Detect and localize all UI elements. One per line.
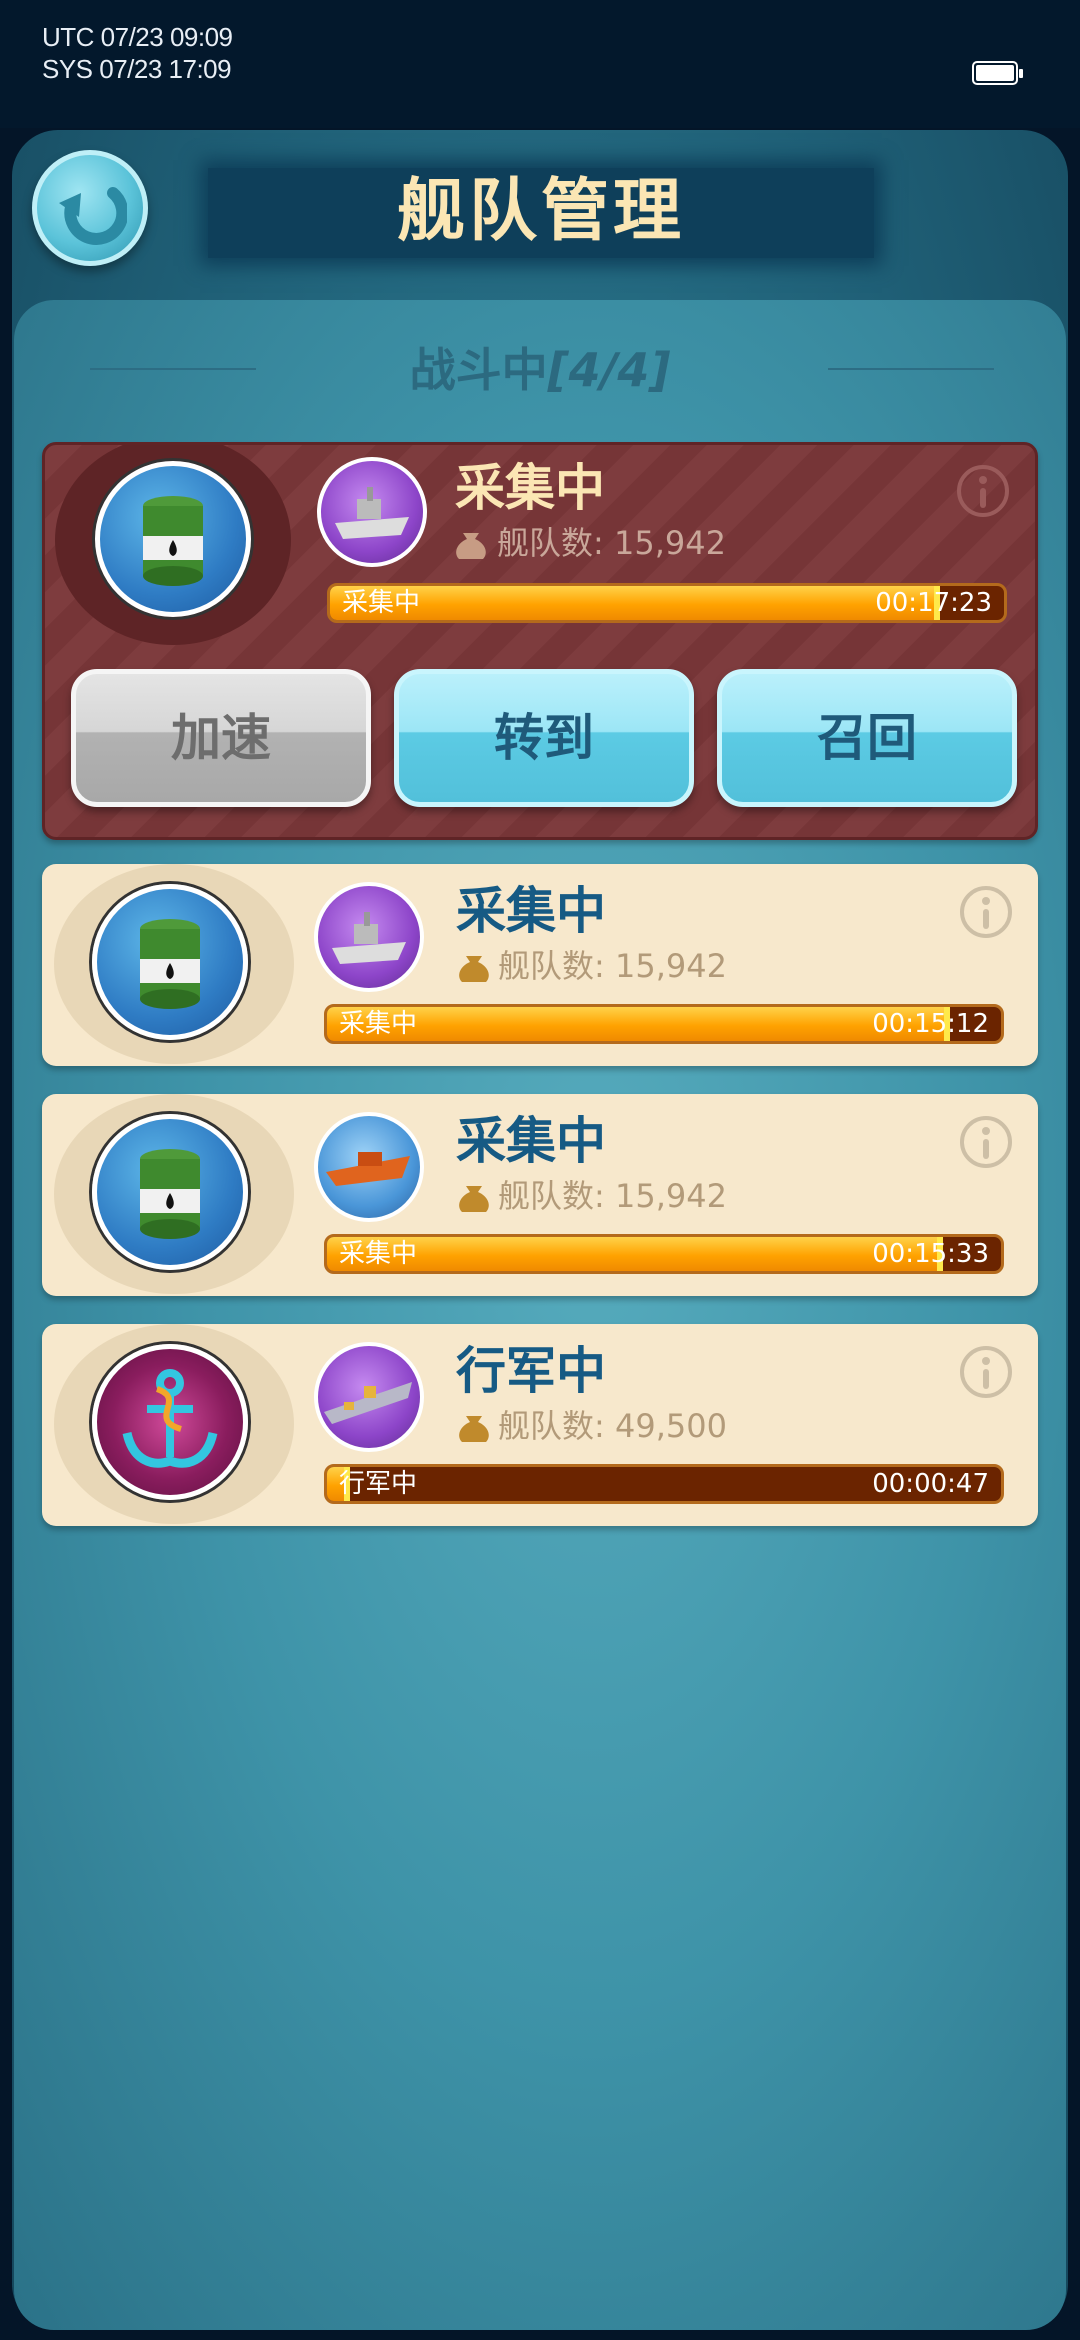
fleet-state: 行军中 [456,1342,606,1400]
oil-barrel-graphic [140,919,200,1009]
fleet-count: 舰队数: 15,942 [498,946,727,986]
fleet-card-selected[interactable]: 采集中 舰队数: 15,942 采集中 00:17:23 加速 转到 召回 [42,442,1038,840]
anchor-graphic [122,1369,218,1468]
section-label: 战斗中 [409,343,548,397]
status-bar: UTC 07/23 09:09 SYS 07/23 17:09 [0,0,1080,128]
fleet-count: 舰队数: 15,942 [497,523,726,563]
info-button[interactable] [957,465,1009,517]
recall-button[interactable]: 召回 [717,669,1017,807]
fleet-count-value: 15,942 [614,947,727,985]
cruiser-ship-icon [317,457,427,567]
battery-icon [972,61,1023,85]
fleet-pouch-icon [459,1186,489,1212]
progress-label: 采集中 [342,588,421,618]
fleet-state: 采集中 [455,459,605,517]
utc-time: UTC 07/23 09:09 [42,22,233,52]
fleet-state: 采集中 [456,882,606,940]
fleet-card[interactable]: 采集中 舰队数: 15,942 采集中 00:15:12 [42,864,1038,1066]
progress-bar: 采集中 00:15:12 [324,1004,1004,1044]
sys-time: SYS 07/23 17:09 [42,54,232,84]
progress-time: 00:15:12 [872,1009,989,1039]
fleet-count-label: 舰队数: [498,1177,605,1215]
oil-barrel-icon [95,461,251,617]
fleet-pouch-icon [459,956,489,982]
fleet-card[interactable]: 采集中 舰队数: 15,942 采集中 00:15:33 [42,1094,1038,1296]
oil-barrel-graphic [143,496,203,586]
oil-barrel-icon [92,884,248,1040]
progress-time: 00:15:33 [872,1239,989,1269]
progress-time: 00:17:23 [875,588,992,618]
progress-label: 采集中 [339,1009,418,1039]
oil-barrel-graphic [140,1149,200,1239]
carrier-ship-icon [314,1342,424,1452]
fleet-count-value: 49,500 [614,1407,727,1445]
gunboat-ship-icon [314,1112,424,1222]
fleet-count-value: 15,942 [613,524,726,562]
fleet-count-label: 舰队数: [498,947,605,985]
progress-fill [327,1007,948,1041]
progress-bar: 采集中 00:15:33 [324,1234,1004,1274]
fleet-count-label: 舰队数: [497,524,604,562]
progress-bar: 采集中 00:17:23 [327,583,1007,623]
back-arrow-icon [59,187,127,245]
info-button[interactable] [960,886,1012,938]
anchor-icon [92,1344,248,1500]
section-count: [4/4] [547,343,671,397]
section-title: 战斗中[4/4] [300,340,780,400]
speedup-button[interactable]: 加速 [71,669,371,807]
goto-button[interactable]: 转到 [394,669,694,807]
progress-fill [327,1237,941,1271]
info-button[interactable] [960,1116,1012,1168]
progress-time: 00:00:47 [872,1469,989,1499]
fleet-state: 采集中 [456,1112,606,1170]
progress-bar: 行军中 00:00:47 [324,1464,1004,1504]
progress-label: 行军中 [339,1469,418,1499]
divider-right [828,368,994,370]
fleet-count: 舰队数: 15,942 [498,1176,727,1216]
page-title: 舰队管理 [396,172,685,251]
action-row: 加速 转到 召回 [45,669,1035,809]
fleet-card[interactable]: 行军中 舰队数: 49,500 行军中 00:00:47 [42,1324,1038,1526]
oil-barrel-icon [92,1114,248,1270]
divider-left [90,368,256,370]
progress-fill [330,586,937,620]
fleet-pouch-icon [459,1416,489,1442]
cruiser-ship-icon [314,882,424,992]
progress-label: 采集中 [339,1239,418,1269]
fleet-count: 舰队数: 49,500 [498,1406,727,1446]
back-button[interactable] [32,150,148,266]
fleet-pouch-icon [456,533,486,559]
fleet-count-value: 15,942 [614,1177,727,1215]
info-button[interactable] [960,1346,1012,1398]
fleet-count-label: 舰队数: [498,1407,605,1445]
